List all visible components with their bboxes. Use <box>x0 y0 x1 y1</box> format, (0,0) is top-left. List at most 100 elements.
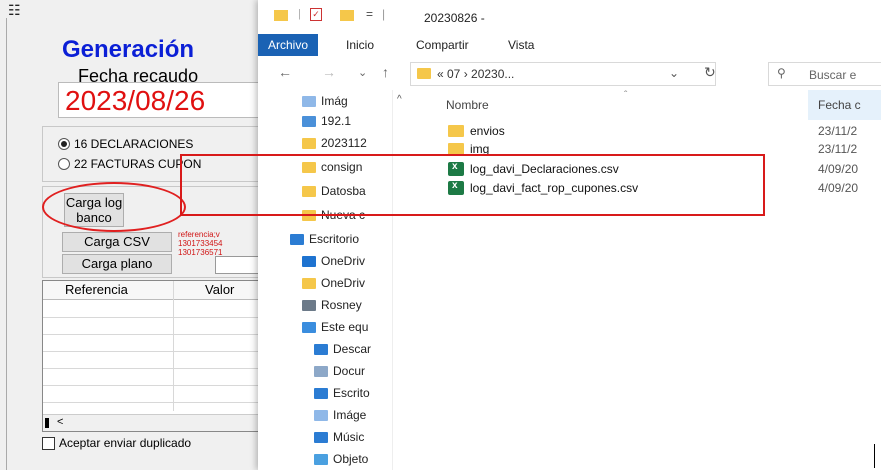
nav-item-icon <box>314 453 328 465</box>
scroll-up-icon[interactable]: ^ <box>397 94 402 105</box>
file-date: 23/11/2 <box>818 142 858 156</box>
scroll-thumb[interactable] <box>45 418 49 428</box>
highlight-ellipse <box>42 182 186 232</box>
nav-item-label: 192.1 <box>321 114 352 128</box>
nav-item[interactable]: Rosney <box>302 298 388 312</box>
nav-item-icon <box>302 299 316 311</box>
search-icon: ⚲ <box>777 66 786 80</box>
nav-item-label: 2023112 <box>321 136 367 150</box>
nav-item[interactable]: Escrito <box>314 386 388 400</box>
nav-item-label: Escritorio <box>309 232 360 246</box>
grid-divider <box>173 281 174 411</box>
text-cursor <box>874 444 875 468</box>
nav-item[interactable]: Descar <box>314 342 388 356</box>
grid-row-line <box>43 385 269 386</box>
nav-item[interactable]: OneDriv <box>302 276 388 290</box>
radio-selected-icon <box>58 138 70 150</box>
address-input[interactable]: « 07 › 20230... ⌄ <box>410 62 716 86</box>
nav-item[interactable]: Objeto <box>314 452 388 466</box>
explorer-titlebar: | ✓ = | 20230826 - <box>258 0 881 34</box>
file-explorer-window: | ✓ = | 20230826 - Archivo Inicio Compar… <box>258 0 881 470</box>
nav-scrollbar[interactable]: ^ <box>392 90 411 470</box>
nav-item[interactable]: Docur <box>314 364 388 378</box>
nav-item-label: Rosney <box>321 298 362 312</box>
nav-item[interactable]: OneDriv <box>302 254 388 268</box>
grid-row-line <box>43 402 269 403</box>
nav-item[interactable]: Escritorio <box>290 232 388 246</box>
nav-item-icon <box>290 233 304 245</box>
nav-item-label: Imáge <box>333 408 367 422</box>
file-list[interactable]: Nombre ˆ Fecha c envios 23/11/2 img 23/1… <box>434 90 881 470</box>
quick-access-dropdown[interactable]: = <box>366 7 373 21</box>
nav-item-icon <box>302 255 316 267</box>
address-path: « 07 › 20230... <box>437 67 515 81</box>
back-arrow-icon[interactable]: ← <box>278 64 292 80</box>
grid-row-line <box>43 351 269 352</box>
nav-item[interactable]: Imáge <box>314 408 388 422</box>
grid-row-line <box>43 334 269 335</box>
separator-icon: | <box>298 8 301 20</box>
refresh-icon[interactable]: ↻ <box>704 64 716 81</box>
nav-item-icon <box>302 95 316 107</box>
search-placeholder: Buscar e <box>809 68 857 82</box>
file-row-envios[interactable]: envios <box>448 124 505 138</box>
properties-icon[interactable]: ✓ <box>310 8 322 21</box>
nav-item-icon <box>314 409 328 421</box>
highlight-rectangle <box>180 154 765 216</box>
navigation-pane[interactable]: ^ Imág 192.1 2023112 consign Datosba Nueva cE… <box>258 90 414 470</box>
recent-dropdown-icon[interactable]: ⌄ <box>358 66 367 79</box>
new-folder-icon[interactable] <box>340 10 354 21</box>
window-title: 20230826 - <box>424 11 485 25</box>
tab-inicio[interactable]: Inicio <box>346 38 374 52</box>
nav-item-icon <box>314 343 328 355</box>
horizontal-scrollbar[interactable]: < <box>43 414 269 431</box>
column-referencia[interactable]: Referencia <box>65 282 128 297</box>
nav-item-icon <box>302 115 316 127</box>
search-input[interactable]: ⚲ Buscar e <box>768 62 881 86</box>
nav-item-label: Descar <box>333 342 372 356</box>
scroll-left-arrow[interactable]: < <box>57 416 63 428</box>
file-date: 4/09/20 <box>818 181 859 195</box>
nav-item-label: OneDriv <box>321 254 366 268</box>
nav-item-icon <box>314 387 328 399</box>
tab-compartir[interactable]: Compartir <box>416 38 469 52</box>
app-title: Generación <box>62 36 195 63</box>
column-valor[interactable]: Valor <box>205 282 234 297</box>
nav-item-icon <box>314 365 328 377</box>
tab-archivo[interactable]: Archivo <box>258 34 318 56</box>
folder-icon <box>448 125 464 137</box>
forward-arrow-icon[interactable]: → <box>322 64 336 80</box>
referencias-grid[interactable]: Referencia Valor < <box>42 280 270 432</box>
radio-declaraciones[interactable]: 16 DECLARACIONES <box>58 137 193 151</box>
nav-item-icon <box>314 431 328 443</box>
column-nombre[interactable]: Nombre <box>446 98 489 112</box>
nav-item[interactable]: Músic <box>314 430 388 444</box>
tab-vista[interactable]: Vista <box>508 38 534 52</box>
file-date: 23/11/2 <box>818 124 858 138</box>
nav-item[interactable]: Este equ <box>302 320 388 334</box>
nav-item[interactable]: Imág <box>302 94 388 108</box>
nav-item-icon <box>302 137 316 149</box>
nav-item[interactable]: 192.1 <box>302 114 388 128</box>
nav-item[interactable]: 2023112 <box>302 136 388 150</box>
referencia-preview: referencia;v 1301733454 1301736571 <box>178 230 223 257</box>
aceptar-duplicado-checkbox[interactable]: Aceptar enviar duplicado <box>42 436 191 450</box>
grid-row-line <box>43 368 269 369</box>
column-fecha[interactable]: Fecha c <box>818 98 861 112</box>
nav-item-label: Objeto <box>333 452 369 466</box>
file-date: 4/09/20 <box>818 162 859 176</box>
nav-item-label: Escrito <box>333 386 370 400</box>
up-arrow-icon[interactable]: ↑ <box>382 64 389 80</box>
nav-item-icon <box>302 277 316 289</box>
radio-label: 16 DECLARACIONES <box>74 137 194 151</box>
grid-header: Referencia Valor <box>43 281 269 300</box>
carga-csv-button[interactable]: Carga CSV <box>62 232 172 252</box>
nav-item-label: Músic <box>333 430 365 444</box>
nav-item-label: Imág <box>321 94 348 108</box>
sort-indicator-icon: ˆ <box>624 90 628 101</box>
chevron-down-icon[interactable]: ⌄ <box>669 66 679 80</box>
fecha-recaudo-input[interactable]: 2023/08/26 <box>58 82 268 118</box>
carga-plano-button[interactable]: Carga plano <box>62 254 172 274</box>
folder-icon <box>274 10 288 21</box>
ref-line: referencia;v <box>178 230 220 239</box>
